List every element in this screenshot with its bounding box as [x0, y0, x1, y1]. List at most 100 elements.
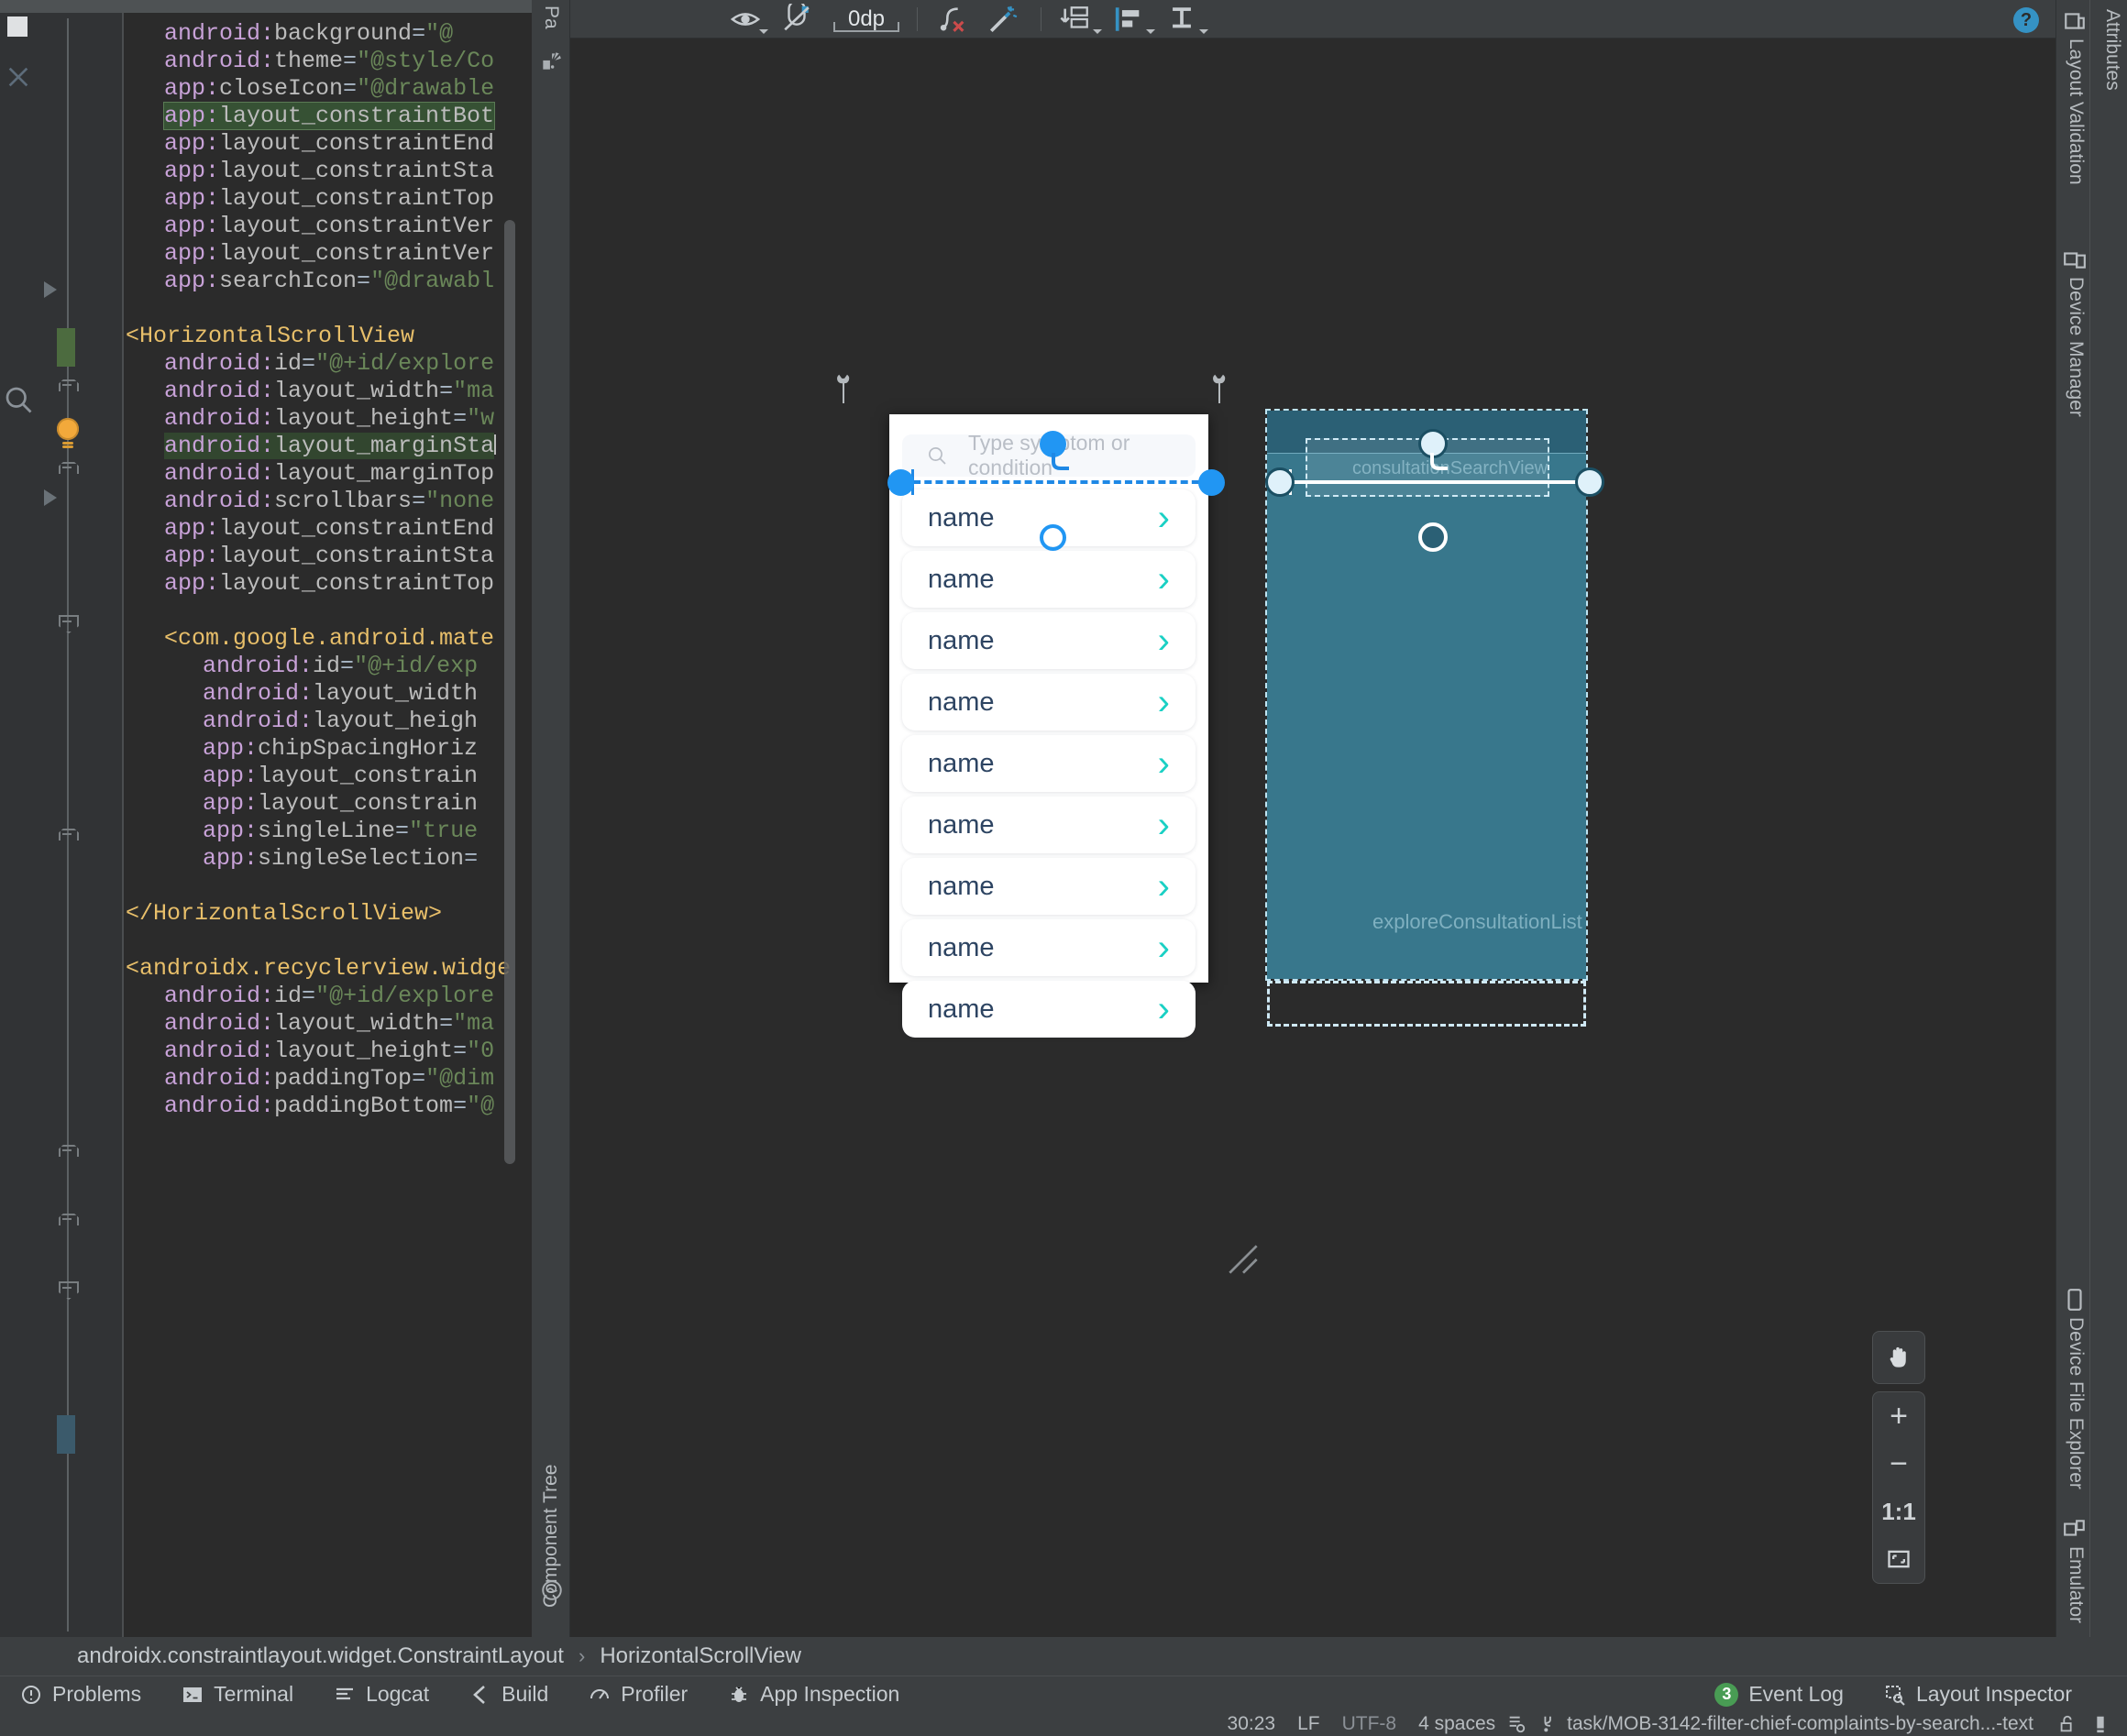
code-line[interactable]: android:layout_heigh	[203, 708, 478, 735]
code-line[interactable]: android:paddingTop="@dim	[164, 1065, 494, 1093]
code-line[interactable]: android:theme="@style/Co	[164, 48, 494, 75]
code-line[interactable]: app:layout_constrain	[203, 790, 478, 818]
notification-icon[interactable]	[2090, 1714, 2110, 1734]
tool-window-app-inspection[interactable]: App Inspection	[708, 1676, 920, 1713]
tab-device-manager[interactable]: Device Manager	[2065, 277, 2087, 417]
code-line[interactable]: </HorizontalScrollView>	[126, 900, 442, 928]
branch-icon[interactable]	[1539, 1714, 1559, 1734]
code-line[interactable]: android:id="@+id/explore	[164, 350, 494, 378]
code-line[interactable]: <androidx.recyclerview.widge	[126, 955, 511, 983]
tool-window-terminal[interactable]: Terminal	[161, 1676, 314, 1713]
render-settings-wrench-icon[interactable]	[829, 372, 856, 407]
code-line[interactable]: android:layout_width="ma	[164, 1010, 494, 1038]
consultation-list-item[interactable]: name ›	[902, 858, 1196, 915]
code-line[interactable]: app:layout_constraintEnd	[164, 130, 494, 158]
consultation-list-item[interactable]: name ›	[902, 551, 1196, 608]
guidelines-icon[interactable]	[1166, 3, 1208, 36]
zoom-in-button[interactable]: +	[1873, 1392, 1924, 1440]
view-options-icon[interactable]	[730, 3, 768, 36]
tool-window-profiler[interactable]: Profiler	[568, 1676, 708, 1713]
consultation-list-item[interactable]: name ›	[902, 674, 1196, 731]
fold-handle[interactable]	[57, 376, 77, 396]
indent-setting[interactable]: 4 spaces	[1407, 1713, 1506, 1735]
vcs-branch[interactable]: task/MOB-3142-filter-chief-complaints-by…	[1567, 1713, 2044, 1735]
caret-position[interactable]: 30:23	[1217, 1713, 1287, 1735]
code-line[interactable]: app:layout_constraintTop	[164, 570, 494, 598]
run-gutter-arrow[interactable]	[44, 281, 57, 298]
editor-vertical-scrollbar[interactable]	[504, 220, 515, 1164]
code-line[interactable]: android:layout_marginSta	[164, 433, 497, 460]
code-line[interactable]: app:closeIcon="@drawable	[164, 75, 494, 103]
code-line[interactable]: app:layout_constraintBot	[162, 102, 496, 130]
consultation-list-item[interactable]: name ›	[902, 797, 1196, 853]
close-icon[interactable]	[4, 62, 33, 92]
code-line[interactable]: android:layout_width="ma	[164, 378, 494, 405]
consultation-list-item[interactable]: name ›	[902, 735, 1196, 792]
fold-handle[interactable]	[57, 612, 77, 632]
file-encoding[interactable]: UTF-8	[1331, 1713, 1408, 1735]
stop-icon[interactable]	[7, 16, 28, 37]
pan-hand-icon[interactable]	[1873, 1332, 1924, 1383]
pack-icon[interactable]	[1060, 3, 1102, 36]
code-line[interactable]: app:layout_constraintVer	[164, 240, 494, 268]
tool-window-event-log[interactable]: 3 Event Log	[1694, 1676, 1864, 1713]
fold-handle[interactable]	[57, 1141, 77, 1161]
blueprint-handle-end[interactable]	[1575, 467, 1604, 497]
tool-window-logcat[interactable]: Logcat	[314, 1676, 449, 1713]
code-line[interactable]: app:layout_constraintEnd	[164, 515, 494, 543]
align-icon[interactable]	[1113, 3, 1155, 36]
search-icon[interactable]	[2, 383, 35, 416]
tab-device-file-explorer[interactable]: Device File Explorer	[2065, 1317, 2087, 1489]
consultation-list-item[interactable]: name ›	[902, 981, 1196, 1038]
fold-handle[interactable]	[57, 1210, 77, 1230]
blueprint-handle-start[interactable]	[1265, 467, 1295, 497]
line-separator[interactable]: LF	[1286, 1713, 1331, 1735]
actual-size-button[interactable]: 1:1	[1873, 1488, 1924, 1535]
zoom-controls-group[interactable]: + − 1:1	[1872, 1391, 1925, 1584]
breadcrumb-item-current[interactable]: HorizontalScrollView	[600, 1643, 801, 1669]
tab-attributes[interactable]: Attributes	[2101, 9, 2123, 91]
blueprint-handle-bottom[interactable]	[1418, 522, 1448, 552]
fold-handle[interactable]	[57, 1279, 77, 1299]
code-line[interactable]: android:id="@+id/explore	[164, 983, 494, 1010]
infer-constraints-icon[interactable]	[987, 3, 1024, 36]
constraint-handle-start[interactable]	[887, 469, 914, 496]
render-settings-wrench-icon[interactable]	[1205, 372, 1232, 407]
preview-resize-handle[interactable]	[1223, 1239, 1263, 1280]
tool-window-problems[interactable]: Problems	[0, 1676, 161, 1713]
code-line[interactable]: <HorizontalScrollView	[126, 323, 414, 350]
fold-handle[interactable]	[57, 458, 77, 478]
code-line[interactable]: app:chipSpacingHoriz	[203, 735, 478, 763]
constraint-handle-bottom[interactable]	[1040, 524, 1066, 551]
indent-config-icon[interactable]	[1506, 1714, 1526, 1734]
code-text-area[interactable]: android:background="@ android:theme="@sty…	[124, 13, 532, 1637]
tool-window-build[interactable]: Build	[449, 1676, 568, 1713]
clear-constraints-icon[interactable]	[937, 3, 974, 36]
consultation-list-item[interactable]: name ›	[902, 612, 1196, 669]
tool-window-layout-inspector[interactable]: Layout Inspector	[1864, 1676, 2127, 1713]
code-line[interactable]: android:background="@	[164, 20, 453, 48]
code-line[interactable]: android:paddingBottom="@	[164, 1093, 494, 1120]
toggle-constraints-icon[interactable]	[781, 3, 818, 36]
constraint-handle-end[interactable]	[1198, 469, 1225, 496]
code-line[interactable]: app:singleSelection=	[203, 845, 478, 873]
code-line[interactable]: android:layout_height="w	[164, 405, 494, 433]
run-gutter-arrow[interactable]	[44, 489, 57, 506]
unlocked-icon[interactable]	[2057, 1714, 2077, 1734]
code-line[interactable]: android:layout_width	[203, 680, 478, 708]
help-icon[interactable]: ?	[2013, 7, 2039, 33]
fit-to-screen-icon[interactable]	[1873, 1535, 1924, 1583]
code-line[interactable]: app:searchIcon="@drawabl	[164, 268, 494, 295]
default-margin-value[interactable]: 0dp	[833, 3, 899, 36]
code-line[interactable]: app:layout_constrain	[203, 763, 478, 790]
tab-emulator[interactable]: Emulator	[2065, 1546, 2087, 1623]
code-line[interactable]: app:layout_constraintVer	[164, 213, 494, 240]
tab-layout-validation[interactable]: Layout Validation	[2065, 38, 2087, 185]
zoom-out-button[interactable]: −	[1873, 1440, 1924, 1488]
code-editor-pane[interactable]: android:background="@ android:theme="@sty…	[0, 0, 532, 1637]
breadcrumb-item-root[interactable]: androidx.constraintlayout.widget.Constra…	[77, 1643, 564, 1669]
code-line[interactable]: android:id="@+id/exp	[203, 653, 478, 680]
code-line[interactable]: android:scrollbars="none	[164, 488, 494, 515]
code-line[interactable]: android:layout_height="0	[164, 1038, 494, 1065]
consultation-list-item[interactable]: name ›	[902, 919, 1196, 976]
